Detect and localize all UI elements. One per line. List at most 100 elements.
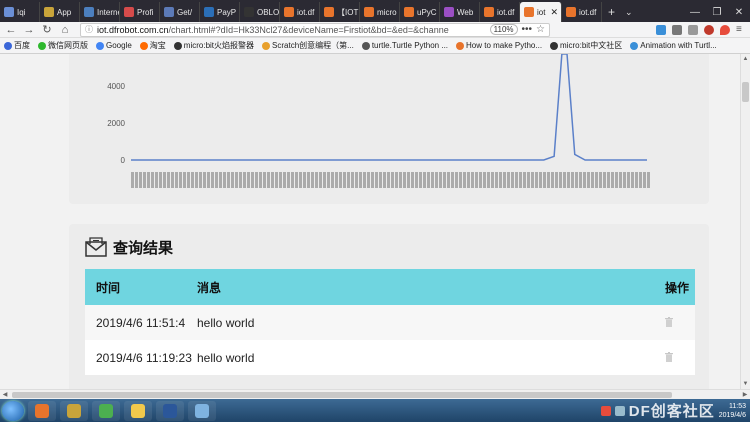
x-tick-label	[227, 172, 230, 188]
browser-tab[interactable]: OBLO	[240, 2, 280, 22]
x-tick-label	[319, 172, 322, 188]
page-viewport: 0 2000 4000 查询结果 时间 消息 操作 2019/4/6 11:51:4…	[0, 54, 740, 389]
browser-tab[interactable]: iot.df	[480, 2, 520, 22]
hscroll-thumb[interactable]	[12, 392, 672, 398]
start-button[interactable]	[2, 400, 24, 421]
bookmark-label: 淘宝	[149, 41, 166, 50]
tab-label: PayP	[217, 7, 237, 17]
tab-favicon-icon	[164, 7, 174, 17]
x-tick-label	[411, 172, 414, 188]
browser-tab[interactable]: PayP	[200, 2, 240, 22]
location-icon[interactable]	[720, 24, 730, 35]
x-tick-label	[519, 172, 522, 188]
browser-tab[interactable]: App	[40, 2, 80, 22]
trash-icon[interactable]	[665, 316, 673, 327]
bookmark-item[interactable]: Google	[96, 41, 132, 50]
chrome-taskbar-button[interactable]	[92, 400, 120, 421]
tab-label: iot.df	[297, 7, 315, 17]
x-tick-label	[487, 172, 490, 188]
x-tick-label	[379, 172, 382, 188]
tab-list-chevron-icon[interactable]: ⌄	[621, 2, 637, 22]
bookmark-favicon-icon	[173, 41, 182, 50]
download-icon[interactable]	[656, 24, 666, 35]
x-tick-label	[475, 172, 478, 188]
tray-network-icon[interactable]	[614, 405, 625, 416]
clock[interactable]: 11:53 2019/4/6	[719, 402, 746, 420]
x-tick-label	[287, 172, 290, 188]
bookmark-item[interactable]: turtle.Turtle Python ...	[361, 41, 448, 50]
tray-app-icon[interactable]	[600, 405, 611, 416]
menu-icon[interactable]: ≡	[736, 24, 746, 35]
clock-time: 11:53	[729, 402, 746, 410]
browser-tab[interactable]: micro	[360, 2, 400, 22]
home-icon[interactable]: ⌂	[58, 23, 72, 37]
maximize-icon[interactable]: ❐	[706, 7, 728, 18]
browser-tab[interactable]: Iqi	[0, 2, 40, 22]
info-icon[interactable]: ⓘ	[85, 24, 93, 35]
scroll-up-arrow[interactable]: ▲	[741, 54, 750, 64]
browser-tab[interactable]: iot ✕	[520, 2, 562, 22]
page-actions-icon[interactable]: •••	[522, 24, 533, 35]
bookmark-item[interactable]: micro:bit中文社区	[550, 40, 622, 51]
extensions-icon[interactable]	[672, 24, 682, 35]
x-tick-label	[291, 172, 294, 188]
horizontal-scrollbar[interactable]: ◀ ▶	[0, 389, 750, 399]
browser-tab[interactable]: uPyC	[400, 2, 440, 22]
x-tick-label	[555, 172, 558, 188]
url-bar[interactable]: ⓘ iot.dfrobot.com.cn/chart.html#?dId=Hk3…	[80, 22, 550, 37]
firefox-taskbar-button[interactable]	[28, 400, 56, 421]
x-tick-label	[455, 172, 458, 188]
browser-tab[interactable]: iot.df	[562, 2, 602, 22]
tab-favicon-icon	[404, 7, 414, 17]
bookmark-item[interactable]: 微信网页版	[38, 40, 88, 51]
bookmark-label: How to make Pytho...	[466, 41, 543, 50]
word-taskbar-button[interactable]	[156, 400, 184, 421]
x-tick-label	[327, 172, 330, 188]
new-tab-button[interactable]: +	[602, 2, 621, 22]
watermark-logo: DF创客社区	[628, 403, 715, 420]
reload-icon[interactable]: ↻	[40, 23, 54, 37]
bookmark-item[interactable]: 淘宝	[139, 40, 166, 51]
paint-taskbar-button[interactable]	[188, 400, 216, 421]
bookmark-item[interactable]: micro:bit火焰报警器	[173, 40, 254, 51]
browser-tab[interactable]: 【IOT	[320, 2, 360, 22]
scroll-down-arrow[interactable]: ▼	[741, 379, 750, 389]
x-tick-label	[543, 172, 546, 188]
x-tick-label	[631, 172, 634, 188]
file-explorer-taskbar-button[interactable]	[124, 400, 152, 421]
x-tick-label	[571, 172, 574, 188]
browser-tab[interactable]: Profi	[120, 2, 160, 22]
x-tick-label	[279, 172, 282, 188]
back-icon[interactable]: ←	[4, 23, 18, 37]
browser-tab[interactable]: iot.df	[280, 2, 320, 22]
window-controls: — ❐ ✕	[684, 2, 750, 22]
browser-tab[interactable]: Web	[440, 2, 480, 22]
adblock-icon[interactable]	[704, 24, 714, 35]
bookmark-item[interactable]: Scratch创意编程（第...	[262, 40, 354, 51]
forward-icon[interactable]: →	[22, 23, 36, 37]
scroll-thumb[interactable]	[742, 82, 749, 102]
x-tick-label	[447, 172, 450, 188]
zoom-level[interactable]: 110%	[489, 24, 518, 35]
gear-icon[interactable]	[688, 24, 698, 35]
trash-icon[interactable]	[665, 351, 673, 362]
bookmark-item[interactable]: How to make Pytho...	[456, 41, 542, 50]
column-time: 时间	[96, 280, 121, 295]
minimize-icon[interactable]: —	[684, 7, 706, 18]
close-window-icon[interactable]: ✕	[728, 7, 750, 18]
bookmark-item[interactable]: 百度	[4, 40, 30, 51]
bookmark-item[interactable]: Animation with Turtl...	[630, 41, 717, 50]
bookmark-star-icon[interactable]: ☆	[536, 24, 545, 35]
windows-taskbar: DF创客社区 11:53 2019/4/6	[0, 399, 750, 422]
browser-tab[interactable]: Get/	[160, 2, 200, 22]
bookmark-favicon-icon	[361, 41, 370, 50]
tab-label: micro	[377, 7, 397, 17]
robot-app-taskbar-button[interactable]	[60, 400, 88, 421]
browser-tab[interactable]: Internet	[80, 2, 120, 22]
tab-favicon-icon	[44, 7, 54, 17]
close-tab-icon[interactable]: ✕	[550, 7, 558, 18]
tab-favicon-icon	[444, 7, 454, 17]
vertical-scrollbar[interactable]: ▲ ▼	[740, 54, 750, 389]
x-tick-label	[527, 172, 530, 188]
x-tick-label	[255, 172, 258, 188]
